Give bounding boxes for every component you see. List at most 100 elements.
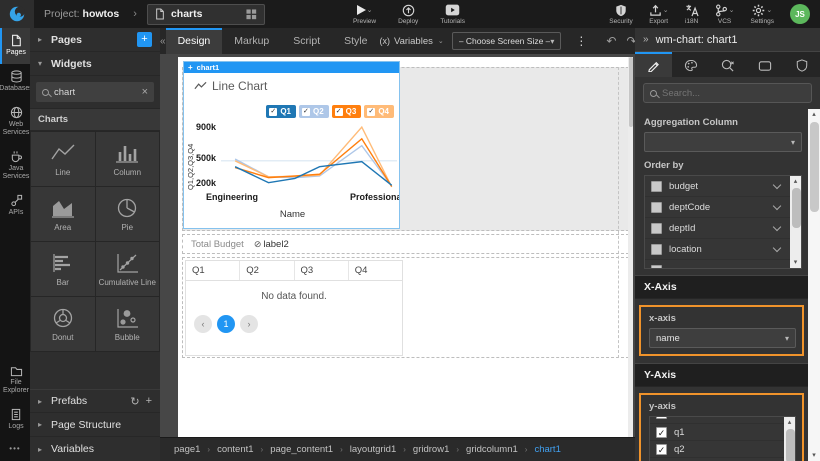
- tab-device[interactable]: [746, 52, 783, 77]
- scroll-up-icon[interactable]: ▴: [808, 109, 820, 120]
- sidebar-item-file-explorer[interactable]: File Explorer: [0, 359, 30, 402]
- breadcrumb-page-content1[interactable]: page_content1: [270, 444, 333, 455]
- tab-security[interactable]: [783, 52, 820, 77]
- add-page-button[interactable]: +: [137, 32, 152, 47]
- tab-markup[interactable]: Markup: [222, 28, 281, 54]
- breadcrumb-chart1[interactable]: chart1: [534, 444, 560, 455]
- x-axis-select[interactable]: name ▾: [649, 328, 796, 348]
- order-by-row-name[interactable]: name: [645, 260, 790, 269]
- clear-search-icon[interactable]: ×: [142, 86, 148, 98]
- user-avatar[interactable]: JS: [790, 4, 810, 24]
- chevron-down-icon[interactable]: [773, 180, 781, 188]
- y-axis-row-q1[interactable]: ✓ q1: [650, 424, 784, 441]
- panel-scrollbar[interactable]: ▴ ▾: [808, 109, 820, 461]
- legend-item-q2[interactable]: ✓ Q2: [299, 105, 329, 118]
- move-handle-icon[interactable]: +: [188, 63, 193, 72]
- checkbox-unchecked[interactable]: [651, 244, 662, 255]
- prev-page-button[interactable]: ‹: [194, 315, 212, 333]
- variables-button[interactable]: (x) Variables ⌄: [379, 36, 443, 47]
- settings-button[interactable]: ⌄ Settings: [751, 4, 775, 25]
- table-column-q3[interactable]: Q3: [295, 261, 349, 280]
- chevron-down-icon[interactable]: [773, 243, 781, 251]
- table-column-q2[interactable]: Q2: [240, 261, 294, 280]
- chart1-widget-header[interactable]: + chart1: [184, 62, 399, 73]
- refresh-prefabs-icon[interactable]: ↻: [130, 395, 139, 408]
- widget-tile-donut[interactable]: Donut: [31, 297, 95, 351]
- widget-tile-bar[interactable]: Bar: [31, 242, 95, 296]
- page-scrollbar[interactable]: [628, 57, 633, 437]
- sidebar-item-databases[interactable]: Databases: [0, 64, 30, 100]
- sidebar-item-pages[interactable]: Pages: [0, 28, 30, 64]
- chevron-down-icon[interactable]: [773, 201, 781, 209]
- chart1-widget[interactable]: + chart1 Line Chart ✓ Q1: [183, 61, 400, 229]
- legend-item-q3[interactable]: ✓ Q3: [332, 105, 362, 118]
- page-number-button[interactable]: 1: [217, 315, 235, 333]
- checkbox-checked[interactable]: ✓: [656, 444, 667, 455]
- page-tab-charts[interactable]: charts: [147, 4, 265, 25]
- scroll-up-icon[interactable]: ▴: [784, 417, 795, 428]
- breadcrumb-layoutgrid1[interactable]: layoutgrid1: [350, 444, 396, 455]
- sidebar-item-java-services[interactable]: Java Services: [0, 144, 30, 188]
- checkbox-checked[interactable]: ✓: [656, 417, 667, 419]
- y-axis-row-q2[interactable]: ✓ q2: [650, 441, 784, 458]
- listbox-scrollbar[interactable]: ▴ ▾: [784, 417, 795, 461]
- tab-style[interactable]: Style: [332, 28, 379, 54]
- breadcrumb-gridcolumn1[interactable]: gridcolumn1: [466, 444, 518, 455]
- order-by-row-deptid[interactable]: deptId: [645, 218, 790, 239]
- tutorials-button[interactable]: Tutorials: [440, 4, 465, 25]
- label-row[interactable]: Total Budget ⊘ label2: [182, 234, 629, 254]
- tab-script[interactable]: Script: [281, 28, 332, 54]
- page-canvas[interactable]: Total Budget ⊘ label2 Q1 Q2 Q3 Q4: [178, 57, 633, 437]
- chevron-down-icon[interactable]: [773, 264, 781, 269]
- checkbox-checked[interactable]: ✓: [656, 427, 667, 438]
- add-prefab-icon[interactable]: +: [146, 395, 152, 407]
- wavemaker-logo[interactable]: [0, 0, 34, 28]
- checkbox-unchecked[interactable]: [651, 202, 662, 213]
- order-by-row-deptcode[interactable]: deptCode: [645, 197, 790, 218]
- tab-properties[interactable]: [635, 52, 672, 77]
- more-options-button[interactable]: ⋮: [569, 34, 593, 48]
- widget-search-input[interactable]: [54, 87, 132, 98]
- data-table-widget[interactable]: Q1 Q2 Q3 Q4 No data found. ‹ 1 ›: [185, 260, 403, 356]
- tab-events[interactable]: [709, 52, 746, 77]
- sidebar-item-apis[interactable]: APIs: [0, 188, 30, 224]
- table-column-q1[interactable]: Q1: [186, 261, 240, 280]
- deploy-button[interactable]: Deploy: [398, 4, 418, 25]
- sidebar-item-logs[interactable]: Logs: [0, 402, 30, 438]
- page-structure-section-header[interactable]: ▸ Page Structure: [30, 413, 160, 437]
- widget-tile-pie[interactable]: Pie: [96, 187, 160, 241]
- order-by-row-location[interactable]: location: [645, 239, 790, 260]
- widgets-section-header[interactable]: ▾ Widgets: [30, 52, 160, 76]
- breadcrumb-gridrow1[interactable]: gridrow1: [413, 444, 449, 455]
- rail-more-menu[interactable]: •••: [0, 438, 30, 461]
- checkbox-unchecked[interactable]: [651, 181, 662, 192]
- widget-tile-column[interactable]: Column: [96, 132, 160, 186]
- table-column-q4[interactable]: Q4: [349, 261, 402, 280]
- aggregation-column-select[interactable]: ▾: [644, 132, 802, 152]
- widget-tile-cumulative-line[interactable]: Cumulative Line: [96, 242, 160, 296]
- checkbox-unchecked[interactable]: [651, 223, 662, 234]
- undo-button[interactable]: ↶: [601, 34, 621, 48]
- tab-styles[interactable]: [672, 52, 709, 77]
- widget-tile-area[interactable]: Area: [31, 187, 95, 241]
- order-by-row-budget[interactable]: budget: [645, 176, 790, 197]
- breadcrumb-content1[interactable]: content1: [217, 444, 253, 455]
- security-button[interactable]: Security: [609, 4, 632, 25]
- widget-tile-bubble[interactable]: Bubble: [96, 297, 160, 351]
- label2-widget[interactable]: ⊘ label2: [254, 239, 289, 250]
- collapse-right-panel-button[interactable]: »: [643, 34, 649, 45]
- export-button[interactable]: ⌄ Export: [649, 4, 669, 25]
- grid-view-icon[interactable]: [246, 9, 257, 20]
- property-search-input[interactable]: [662, 88, 782, 99]
- breadcrumb-page1[interactable]: page1: [174, 444, 200, 455]
- prefabs-section-header[interactable]: ▸ Prefabs ↻ +: [30, 389, 160, 413]
- legend-item-q4[interactable]: ✓ Q4: [364, 105, 394, 118]
- tab-design[interactable]: Design: [166, 28, 223, 54]
- scroll-up-icon[interactable]: ▴: [790, 176, 801, 187]
- vcs-button[interactable]: ⌄ VCS: [715, 4, 735, 25]
- grid-row-3[interactable]: Q1 Q2 Q3 Q4 No data found. ‹ 1 ›: [182, 257, 629, 358]
- pages-section-header[interactable]: ▸ Pages +: [30, 28, 160, 52]
- checkbox-unchecked[interactable]: [651, 265, 662, 270]
- sidebar-item-web-services[interactable]: Web Services: [0, 100, 30, 144]
- screen-size-select[interactable]: – Choose Screen Size – ▾: [452, 32, 562, 50]
